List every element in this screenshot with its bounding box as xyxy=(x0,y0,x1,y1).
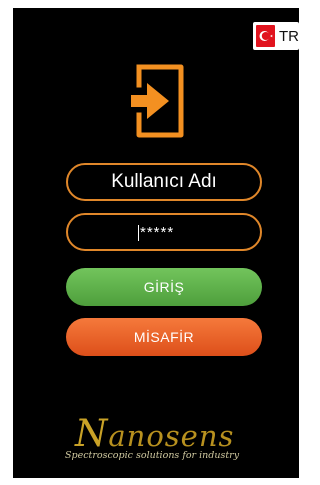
guest-button[interactable]: MİSAFİR xyxy=(66,318,262,356)
login-icon xyxy=(131,64,184,138)
app-screen: TR GİRİŞ MİSAFİR Nanosens Spectroscopic … xyxy=(13,8,299,478)
text-cursor xyxy=(138,225,139,241)
password-input[interactable] xyxy=(68,215,260,249)
turkey-flag-icon xyxy=(256,25,275,47)
language-selector[interactable]: TR xyxy=(253,22,299,50)
username-input[interactable] xyxy=(68,165,260,199)
language-code: TR xyxy=(279,27,299,45)
logo-tagline: Spectroscopic solutions for industry xyxy=(65,450,240,461)
password-field[interactable] xyxy=(66,213,262,251)
logo-wordmark: Nanosens xyxy=(75,412,235,455)
username-field[interactable] xyxy=(66,163,262,201)
nanosens-logo: Nanosens Spectroscopic solutions for ind… xyxy=(63,406,273,466)
login-button[interactable]: GİRİŞ xyxy=(66,268,262,306)
